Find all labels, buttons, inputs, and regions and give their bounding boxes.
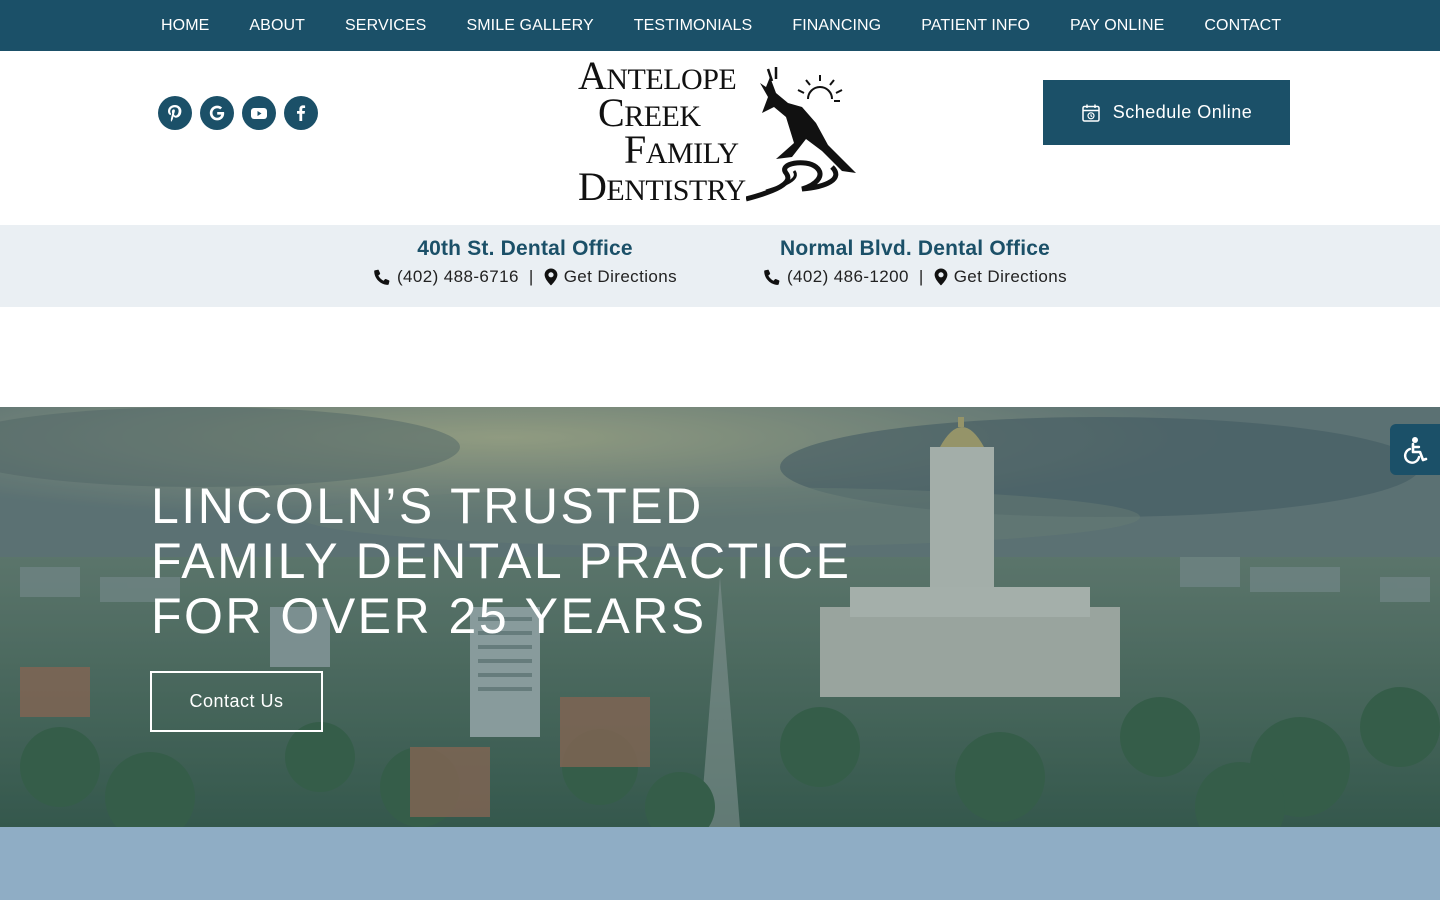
phone-icon: [374, 269, 390, 285]
calendar-icon: [1081, 104, 1100, 122]
site-logo[interactable]: ANTELOPE CREEK FAMILY DENTISTRY: [576, 56, 866, 209]
office-contact-row: (402) 488-6716 | Get Directions: [373, 267, 677, 287]
logo-initial-d: D: [578, 164, 607, 209]
office-normal-blvd: Normal Blvd. Dental Office (402) 486-120…: [760, 237, 1070, 287]
logo-word-antelope: NTELOPE: [606, 63, 737, 96]
separator: |: [918, 267, 924, 286]
facebook-link[interactable]: [284, 96, 318, 130]
office-locations: 40th St. Dental Office (402) 488-6716 | …: [0, 225, 1440, 307]
nav-item-testimonials[interactable]: TESTIMONIALS: [614, 0, 773, 51]
office-contact-row: (402) 486-1200 | Get Directions: [760, 267, 1070, 287]
wheelchair-icon: [1403, 436, 1428, 464]
section-divider-band: [0, 827, 1440, 900]
google-icon: [209, 105, 225, 121]
youtube-icon: [251, 108, 267, 119]
logo-wordmark: ANTELOPE CREEK FAMILY DENTISTRY: [578, 56, 746, 209]
logo-word-dentistry: ENTISTRY: [606, 174, 746, 207]
get-directions-link[interactable]: Get Directions: [954, 267, 1067, 287]
office-name: 40th St. Dental Office: [417, 237, 633, 260]
logo-initial-f: F: [624, 127, 646, 172]
hero-banner: LINCOLN’S TRUSTED FAMILY DENTAL PRACTICE…: [0, 407, 1440, 827]
nav-item-services[interactable]: SERVICES: [325, 0, 446, 51]
logo-word-family: AMILY: [645, 137, 739, 170]
nav-item-about[interactable]: ABOUT: [229, 0, 325, 51]
accessibility-button[interactable]: [1390, 424, 1440, 475]
nav-item-pay-online[interactable]: PAY ONLINE: [1050, 0, 1184, 51]
antelope-logo-icon: [746, 67, 856, 202]
hero-title-line: LINCOLN’S TRUSTED: [151, 478, 704, 534]
logo-initial-c: C: [598, 90, 625, 135]
hero-title-line: FAMILY DENTAL PRACTICE: [151, 533, 852, 589]
pinterest-icon: [168, 105, 182, 122]
nav-item-home[interactable]: HOME: [141, 0, 229, 51]
nav-item-contact[interactable]: CONTACT: [1184, 0, 1301, 51]
nav-item-patient-info[interactable]: PATIENT INFO: [901, 0, 1050, 51]
contact-us-button[interactable]: Contact Us: [150, 671, 323, 732]
office-phone-link[interactable]: (402) 486-1200: [787, 267, 909, 287]
top-navigation: HOME ABOUT SERVICES SMILE GALLERY TESTIM…: [0, 0, 1440, 51]
nav-menu: HOME ABOUT SERVICES SMILE GALLERY TESTIM…: [141, 0, 1301, 51]
facebook-icon: [297, 105, 306, 121]
separator: |: [528, 267, 534, 286]
site-header: ANTELOPE CREEK FAMILY DENTISTRY Schedule…: [0, 51, 1440, 225]
pinterest-link[interactable]: [158, 96, 192, 130]
map-marker-icon: [934, 268, 948, 286]
nav-item-smile-gallery[interactable]: SMILE GALLERY: [446, 0, 613, 51]
nav-item-financing[interactable]: FINANCING: [772, 0, 901, 51]
social-links: [158, 96, 318, 130]
google-link[interactable]: [200, 96, 234, 130]
schedule-online-label: Schedule Online: [1112, 102, 1253, 122]
office-name: Normal Blvd. Dental Office: [779, 237, 1051, 260]
youtube-link[interactable]: [242, 96, 276, 130]
hero-title-line: FOR OVER 25 YEARS: [151, 588, 707, 644]
office-40th-street: 40th St. Dental Office (402) 488-6716 | …: [373, 237, 677, 287]
schedule-online-button[interactable]: Schedule Online: [1043, 80, 1290, 145]
hero-title: LINCOLN’S TRUSTED FAMILY DENTAL PRACTICE…: [151, 479, 852, 644]
phone-icon: [764, 269, 780, 285]
get-directions-link[interactable]: Get Directions: [564, 267, 677, 287]
office-phone-link[interactable]: (402) 488-6716: [397, 267, 519, 287]
map-marker-icon: [544, 268, 558, 286]
